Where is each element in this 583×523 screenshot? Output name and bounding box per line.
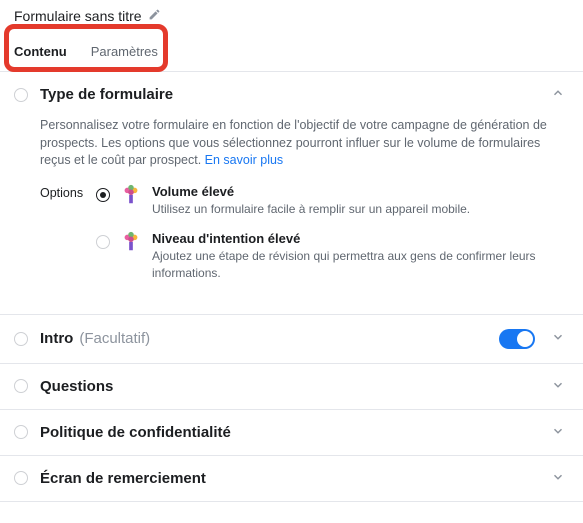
tab-settings[interactable]: Paramètres [91, 32, 170, 71]
section-title: Type de formulaire [40, 86, 173, 103]
status-circle-icon [14, 88, 28, 102]
section-thankyou: Écran de remerciement [0, 456, 583, 502]
bouquet-icon [120, 231, 142, 253]
form-type-description: Personnalisez votre formulaire en foncti… [40, 117, 569, 170]
learn-more-link[interactable]: En savoir plus [205, 153, 284, 167]
form-header: Formulaire sans titre [0, 0, 583, 26]
status-circle-icon [14, 379, 28, 393]
section-suffix: (Facultatif) [79, 330, 150, 347]
section-header-intro[interactable]: Intro (Facultatif) [0, 315, 583, 363]
tab-content[interactable]: Contenu [14, 32, 79, 72]
section-title: Écran de remerciement [40, 470, 206, 487]
section-intro: Intro (Facultatif) [0, 315, 583, 364]
pencil-icon[interactable] [148, 8, 161, 24]
section-header-questions[interactable]: Questions [0, 364, 583, 409]
chevron-down-icon[interactable] [547, 330, 569, 347]
section-title: Intro [40, 330, 73, 347]
chevron-up-icon[interactable] [547, 86, 569, 103]
desc-text: Personnalisez votre formulaire en foncti… [40, 118, 547, 167]
section-header-privacy[interactable]: Politique de confidentialité [0, 410, 583, 455]
radio-title: Niveau d'intention élevé [152, 231, 569, 246]
status-circle-icon [14, 425, 28, 439]
form-title[interactable]: Formulaire sans titre [14, 8, 142, 24]
radio-desc: Utilisez un formulaire facile à remplir … [152, 201, 569, 218]
chevron-down-icon[interactable] [547, 378, 569, 395]
section-header-form-type[interactable]: Type de formulaire [0, 72, 583, 117]
radio-option-volume[interactable]: Volume élevé Utilisez un formulaire faci… [96, 184, 569, 218]
section-questions: Questions [0, 364, 583, 410]
bouquet-icon [120, 184, 142, 206]
chevron-down-icon[interactable] [547, 424, 569, 441]
radio-title: Volume élevé [152, 184, 569, 199]
radio-button-icon [96, 235, 110, 249]
intro-toggle[interactable] [499, 329, 535, 349]
section-title: Politique de confidentialité [40, 424, 231, 441]
chevron-down-icon[interactable] [547, 470, 569, 487]
radio-option-intent[interactable]: Niveau d'intention élevé Ajoutez une éta… [96, 231, 569, 282]
section-header-thankyou[interactable]: Écran de remerciement [0, 456, 583, 501]
options-label: Options [40, 184, 96, 200]
radio-desc: Ajoutez une étape de révision qui permet… [152, 248, 569, 282]
form-type-radio-group: Volume élevé Utilisez un formulaire faci… [96, 184, 569, 296]
section-form-type: Type de formulaire Personnalisez votre f… [0, 72, 583, 315]
radio-button-icon [96, 188, 110, 202]
tabs-bar: Contenu Paramètres [0, 32, 583, 72]
status-circle-icon [14, 332, 28, 346]
section-privacy: Politique de confidentialité [0, 410, 583, 456]
section-title: Questions [40, 378, 113, 395]
status-circle-icon [14, 471, 28, 485]
